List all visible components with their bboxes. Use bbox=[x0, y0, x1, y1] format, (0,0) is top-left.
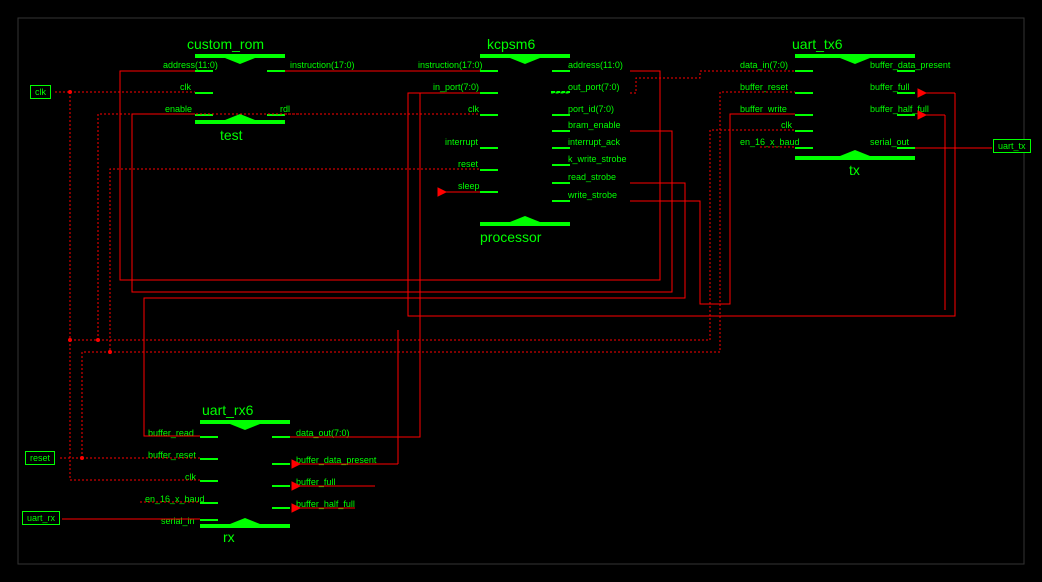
port-tx-serialout: serial_out bbox=[870, 137, 909, 147]
port-tx-datain: data_in(7:0) bbox=[740, 60, 788, 70]
schematic-canvas: clk reset uart_rx uart_tx custom_rom tes… bbox=[0, 0, 1042, 582]
port-kc-outport: out_port(7:0) bbox=[568, 82, 620, 92]
port-kc-clk: clk bbox=[468, 104, 479, 114]
port-rx-bufread: buffer_read bbox=[148, 428, 194, 438]
port-kc-writestrobe: write_strobe bbox=[568, 190, 617, 200]
block-title-uart-tx6: uart_tx6 bbox=[792, 36, 843, 52]
port-rx-dataout: data_out(7:0) bbox=[296, 428, 350, 438]
io-pad-clk-label: clk bbox=[35, 87, 46, 97]
io-pad-clk[interactable]: clk bbox=[30, 85, 51, 99]
port-tx-clk: clk bbox=[781, 120, 792, 130]
block-title-custom-rom: custom_rom bbox=[187, 36, 264, 52]
block-instance-test: test bbox=[220, 127, 243, 143]
port-kc-inport: in_port(7:0) bbox=[433, 82, 479, 92]
block-instance-tx: tx bbox=[849, 162, 860, 178]
port-rx-serialin: serial_in bbox=[161, 516, 195, 526]
port-tx-bufdata: buffer_data_present bbox=[870, 60, 950, 70]
block-title-kcpsm6: kcpsm6 bbox=[487, 36, 535, 52]
port-kc-address: address(11:0) bbox=[568, 60, 623, 70]
block-title-uart-rx6: uart_rx6 bbox=[202, 402, 253, 418]
port-crom-rdl: rdl bbox=[280, 104, 290, 114]
port-rx-bufreset: buffer_reset bbox=[148, 450, 196, 460]
port-rx-bufdata: buffer_data_present bbox=[296, 455, 376, 465]
port-tx-bufhalf: buffer_half_full bbox=[870, 104, 929, 114]
port-crom-address: address(11:0) bbox=[163, 60, 218, 70]
port-tx-enbaud: en_16_x_baud bbox=[740, 137, 800, 147]
port-rx-enbaud: en_16_x_baud bbox=[145, 494, 205, 504]
io-pad-uart-rx[interactable]: uart_rx bbox=[22, 511, 60, 525]
port-kc-kwrite: k_write_strobe bbox=[568, 154, 627, 164]
port-rx-bufhalf: buffer_half_full bbox=[296, 499, 355, 509]
port-tx-bufreset: buffer_reset bbox=[740, 82, 788, 92]
io-pad-uart-rx-label: uart_rx bbox=[27, 513, 55, 523]
port-kc-readstrobe: read_strobe bbox=[568, 172, 616, 182]
port-kc-portid: port_id(7:0) bbox=[568, 104, 614, 114]
port-tx-bufwrite: buffer_write bbox=[740, 104, 787, 114]
port-kc-interrupt: interrupt bbox=[445, 137, 478, 147]
port-kc-sleep: sleep bbox=[458, 181, 480, 191]
frame bbox=[18, 18, 1024, 564]
io-pad-uart-tx-label: uart_tx bbox=[998, 141, 1026, 151]
port-rx-buffull: buffer_full bbox=[296, 477, 335, 487]
port-kc-bramen: bram_enable bbox=[568, 120, 621, 130]
port-rx-clk: clk bbox=[185, 472, 196, 482]
port-crom-enable: enable bbox=[165, 104, 192, 114]
io-pad-reset[interactable]: reset bbox=[25, 451, 55, 465]
block-instance-processor: processor bbox=[480, 229, 541, 245]
block-instance-rx: rx bbox=[223, 529, 235, 545]
port-tx-buffull: buffer_full bbox=[870, 82, 909, 92]
port-kc-instruction: instruction(17:0) bbox=[418, 60, 483, 70]
port-crom-clk: clk bbox=[180, 82, 191, 92]
port-crom-instruction: instruction(17:0) bbox=[290, 60, 355, 70]
io-pad-uart-tx[interactable]: uart_tx bbox=[993, 139, 1031, 153]
port-kc-intack: interrupt_ack bbox=[568, 137, 620, 147]
port-kc-reset: reset bbox=[458, 159, 478, 169]
io-pad-reset-label: reset bbox=[30, 453, 50, 463]
